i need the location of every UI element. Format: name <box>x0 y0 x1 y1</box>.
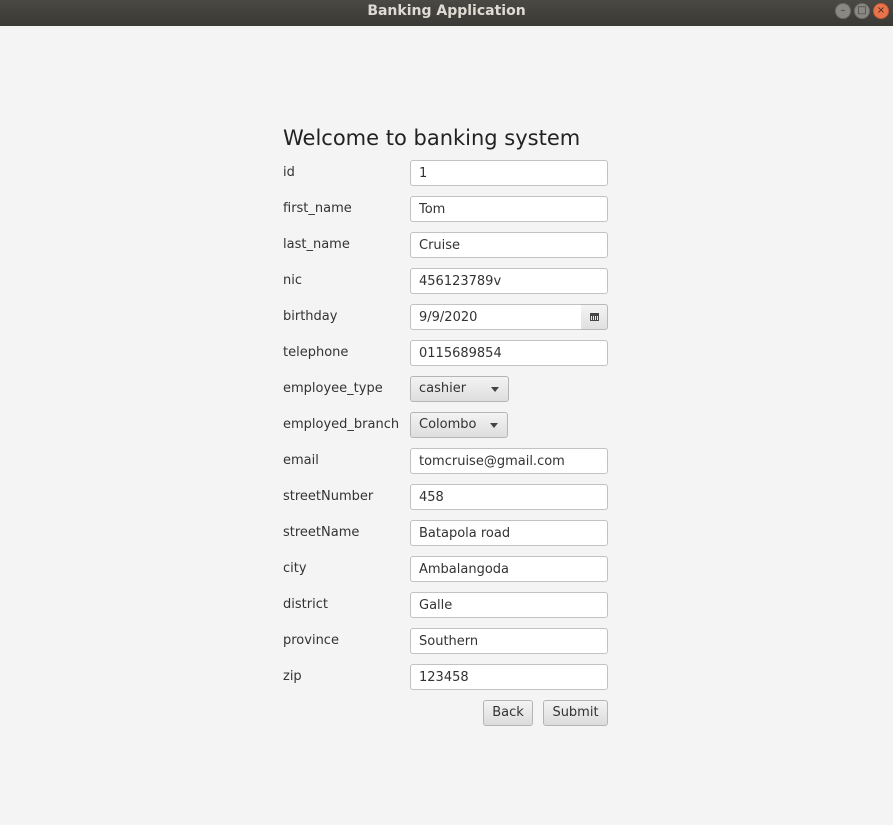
row-nic: nic <box>283 268 613 294</box>
row-id: id <box>283 160 613 186</box>
row-telephone: telephone <box>283 340 613 366</box>
maximize-button[interactable]: □ <box>854 3 870 19</box>
zip-label: zip <box>283 669 302 684</box>
employed-branch-select[interactable]: Colombo <box>410 412 508 438</box>
row-province: province <box>283 628 613 654</box>
district-field[interactable] <box>410 592 608 618</box>
street-number-label: streetNumber <box>283 489 374 504</box>
form-heading: Welcome to banking system <box>283 126 581 150</box>
calendar-icon <box>589 313 599 321</box>
last-name-label: last_name <box>283 237 350 252</box>
district-label: district <box>283 597 328 612</box>
minimize-icon: – <box>840 5 846 16</box>
last-name-field[interactable] <box>410 232 608 258</box>
chevron-down-icon <box>490 423 498 428</box>
window-titlebar: Banking Application – □ × <box>0 0 893 26</box>
row-zip: zip <box>283 664 613 690</box>
row-first-name: first_name <box>283 196 613 222</box>
row-street-number: streetNumber <box>283 484 613 510</box>
zip-field[interactable] <box>410 664 608 690</box>
chevron-down-icon <box>491 387 499 392</box>
id-label: id <box>283 165 295 180</box>
maximize-icon: □ <box>857 5 867 16</box>
street-name-field[interactable] <box>410 520 608 546</box>
birthday-label: birthday <box>283 309 338 324</box>
back-button[interactable]: Back <box>483 700 533 726</box>
employee-type-label: employee_type <box>283 381 383 396</box>
city-field[interactable] <box>410 556 608 582</box>
province-field[interactable] <box>410 628 608 654</box>
row-birthday: birthday <box>283 304 613 330</box>
street-name-label: streetName <box>283 525 360 540</box>
row-street-name: streetName <box>283 520 613 546</box>
nic-label: nic <box>283 273 302 288</box>
employed-branch-label: employed_branch <box>283 417 400 432</box>
row-email: email <box>283 448 613 474</box>
row-last-name: last_name <box>283 232 613 258</box>
telephone-label: telephone <box>283 345 349 360</box>
first-name-field[interactable] <box>410 196 608 222</box>
first-name-label: first_name <box>283 201 352 216</box>
close-button[interactable]: × <box>873 3 889 19</box>
email-label: email <box>283 453 319 468</box>
employed-branch-value: Colombo <box>419 417 477 432</box>
submit-button[interactable]: Submit <box>543 700 608 726</box>
row-district: district <box>283 592 613 618</box>
id-field[interactable] <box>410 160 608 186</box>
birthday-date-field[interactable] <box>410 304 582 330</box>
email-field[interactable] <box>410 448 608 474</box>
employee-type-value: cashier <box>419 381 467 396</box>
date-picker-button[interactable] <box>581 304 608 330</box>
street-number-field[interactable] <box>410 484 608 510</box>
row-employee-type: employee_type cashier <box>283 376 613 402</box>
minimize-button[interactable]: – <box>835 3 851 19</box>
window-controls: – □ × <box>835 3 889 19</box>
close-icon: × <box>876 5 886 16</box>
city-label: city <box>283 561 307 576</box>
row-city: city <box>283 556 613 582</box>
employee-type-select[interactable]: cashier <box>410 376 509 402</box>
province-label: province <box>283 633 339 648</box>
window-title: Banking Application <box>367 3 526 19</box>
telephone-field[interactable] <box>410 340 608 366</box>
nic-field[interactable] <box>410 268 608 294</box>
row-employed-branch: employed_branch Colombo <box>283 412 613 438</box>
